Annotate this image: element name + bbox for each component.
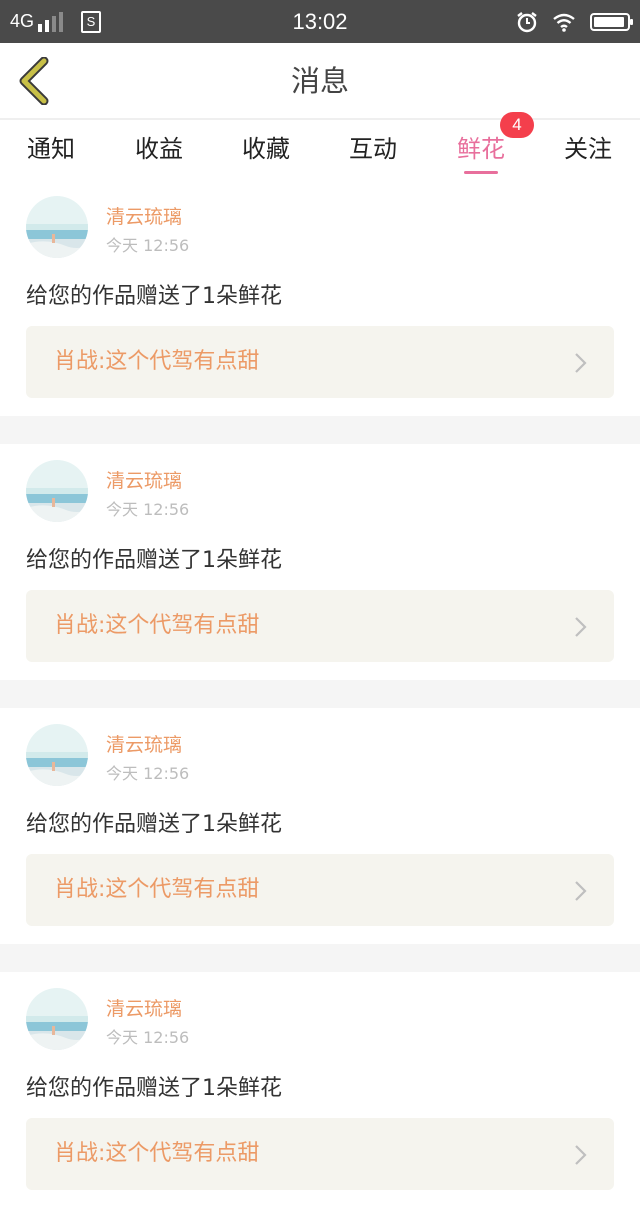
wifi-icon — [553, 13, 575, 32]
tab-interactions[interactable]: 互动 — [323, 120, 423, 180]
card-divider — [0, 680, 640, 708]
work-title: 肖战:这个代驾有点甜 — [54, 349, 260, 374]
work-link[interactable]: 肖战:这个代驾有点甜 — [26, 590, 614, 662]
avatar-image — [26, 460, 88, 522]
avatar-image — [26, 196, 88, 258]
tab-flowers[interactable]: 鲜花 4 — [431, 112, 534, 180]
sender-name[interactable]: 清云琉璃 — [106, 994, 182, 1021]
unread-badge: 4 — [500, 112, 534, 138]
status-right — [516, 0, 633, 43]
work-title: 肖战:这个代驾有点甜 — [54, 1141, 260, 1166]
message-time: 今天 12:56 — [106, 236, 190, 255]
avatar[interactable] — [26, 724, 88, 786]
tab-label: 互动 — [349, 135, 397, 163]
sender-name[interactable]: 清云琉璃 — [106, 730, 182, 757]
work-title: 肖战:这个代驾有点甜 — [54, 613, 260, 638]
message-text: 给您的作品赠送了1朵鲜花 — [26, 1076, 282, 1101]
active-tab-indicator — [464, 171, 498, 174]
tab-label: 收益 — [135, 135, 183, 163]
work-link[interactable]: 肖战:这个代驾有点甜 — [26, 854, 614, 926]
message-time: 今天 12:56 — [106, 1028, 190, 1047]
message-card: 清云琉璃 今天 12:56 给您的作品赠送了1朵鲜花 肖战:这个代驾有点甜 — [0, 708, 640, 944]
avatar[interactable] — [26, 988, 88, 1050]
work-link[interactable]: 肖战:这个代驾有点甜 — [26, 1118, 614, 1190]
tab-bar: 通知 收益 收藏 互动 鲜花 4 关注 — [0, 112, 640, 180]
tab-favorites[interactable]: 收藏 — [216, 120, 316, 180]
chevron-right-icon — [575, 881, 587, 901]
tab-following[interactable]: 关注 — [538, 120, 638, 180]
message-card: 清云琉璃 今天 12:56 给您的作品赠送了1朵鲜花 肖战:这个代驾有点甜 — [0, 444, 640, 680]
chevron-right-icon — [575, 1145, 587, 1165]
message-text: 给您的作品赠送了1朵鲜花 — [26, 284, 282, 309]
message-time: 今天 12:56 — [106, 500, 190, 519]
tab-earnings[interactable]: 收益 — [109, 120, 209, 180]
card-divider — [0, 944, 640, 972]
avatar-image — [26, 724, 88, 786]
work-title: 肖战:这个代驾有点甜 — [54, 877, 260, 902]
message-text: 给您的作品赠送了1朵鲜花 — [26, 548, 282, 573]
chevron-right-icon — [575, 353, 587, 373]
page-title: 消息 — [290, 64, 349, 98]
tab-label: 通知 — [27, 135, 75, 163]
avatar-image — [26, 988, 88, 1050]
tab-label: 鲜花 — [457, 135, 505, 163]
nav-bar: 消息 — [0, 43, 640, 120]
sender-name[interactable]: 清云琉璃 — [106, 202, 182, 229]
avatar[interactable] — [26, 460, 88, 522]
message-time: 今天 12:56 — [106, 764, 190, 783]
tab-label: 关注 — [564, 135, 612, 163]
message-card: 清云琉璃 今天 12:56 给您的作品赠送了1朵鲜花 肖战:这个代驾有点甜 — [0, 972, 640, 1208]
status-bar: 4G S 13:02 — [0, 0, 640, 43]
message-text: 给您的作品赠送了1朵鲜花 — [26, 812, 282, 837]
tab-notifications[interactable]: 通知 — [1, 120, 101, 180]
chevron-right-icon — [575, 617, 587, 637]
tab-label: 收藏 — [242, 135, 290, 163]
message-list: 清云琉璃 今天 12:56 给您的作品赠送了1朵鲜花 肖战:这个代驾有点甜 清云… — [0, 180, 640, 1208]
avatar[interactable] — [26, 196, 88, 258]
sender-name[interactable]: 清云琉璃 — [106, 466, 182, 493]
work-link[interactable]: 肖战:这个代驾有点甜 — [26, 326, 614, 398]
battery-fill — [594, 16, 625, 27]
alarm-icon — [517, 11, 537, 32]
message-card: 清云琉璃 今天 12:56 给您的作品赠送了1朵鲜花 肖战:这个代驾有点甜 — [0, 180, 640, 416]
card-divider — [0, 416, 640, 444]
battery-icon — [590, 12, 633, 31]
